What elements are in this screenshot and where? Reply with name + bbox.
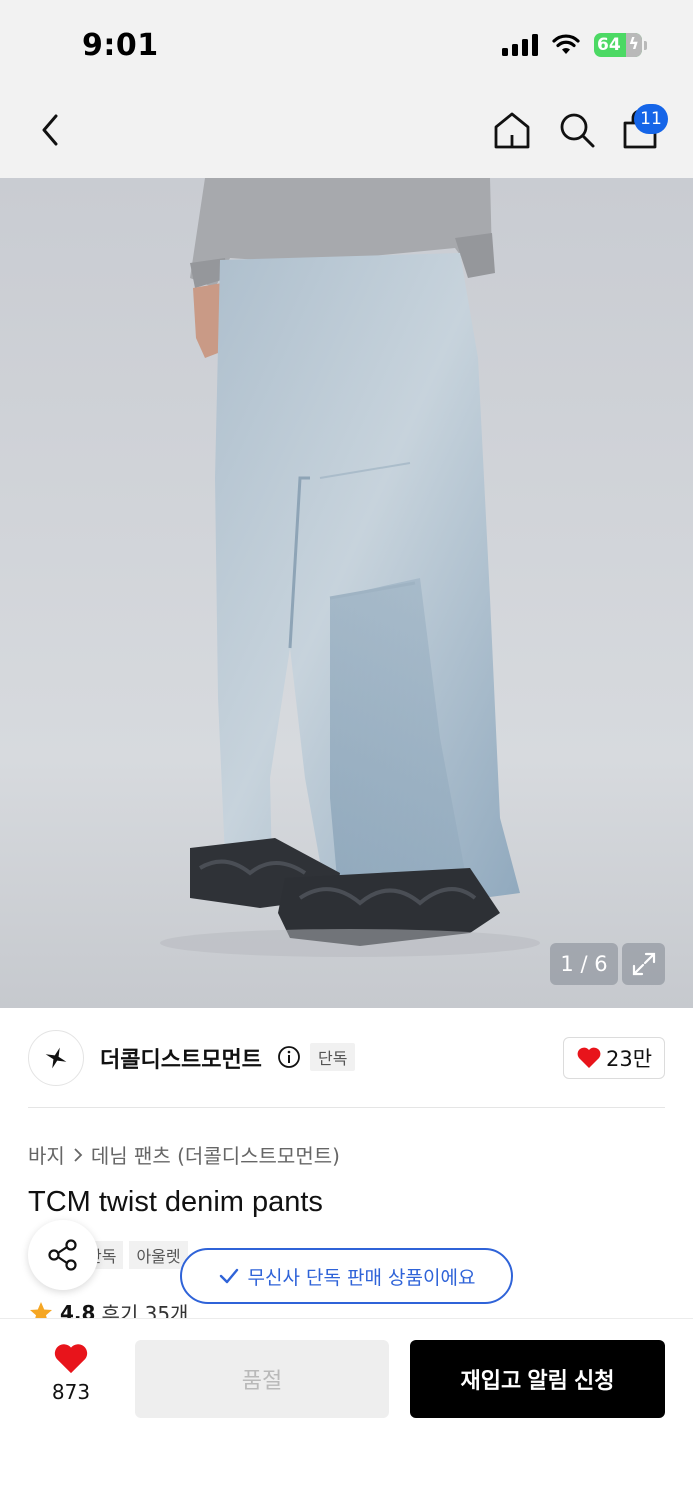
status-time: 9:01 (82, 28, 159, 63)
product-title: TCM twist denim pants (28, 1186, 323, 1218)
exclusive-toast: 무신사 단독 판매 상품이에요 (180, 1248, 513, 1304)
expand-icon (632, 952, 655, 976)
battery-level: 64 (597, 35, 621, 55)
home-button[interactable] (490, 108, 534, 152)
battery-icon: 64 ϟ (594, 33, 642, 57)
brand-star-icon (45, 1047, 67, 1069)
wish-button[interactable]: 873 (40, 1342, 102, 1418)
battery-cap (644, 40, 647, 50)
brand-like-count: 23만 (605, 1047, 653, 1071)
info-icon[interactable] (277, 1045, 301, 1069)
back-button[interactable] (30, 108, 70, 152)
share-icon (48, 1239, 77, 1271)
product-image[interactable] (0, 178, 693, 1008)
charging-icon: ϟ (628, 34, 639, 53)
heart-icon (577, 1047, 601, 1068)
product-tag: 아울렛 (129, 1241, 188, 1269)
share-button[interactable] (28, 1220, 98, 1290)
wifi-icon (552, 34, 580, 54)
restock-alert-button[interactable]: 재입고 알림 신청 (410, 1340, 665, 1418)
check-icon (219, 1268, 238, 1284)
wish-count: 873 (51, 1380, 91, 1404)
signal-icon (502, 34, 538, 56)
brand-like-button[interactable]: 23만 (563, 1037, 665, 1079)
breadcrumb-subcategory[interactable]: 데님 팬츠 (더콜디스트모먼트) (91, 1140, 340, 1169)
search-button[interactable] (555, 108, 599, 152)
cart-count-badge: 11 (634, 104, 668, 134)
product-photo (0, 178, 693, 1008)
divider (28, 1107, 665, 1108)
exclusive-tag: 단독 (310, 1043, 356, 1071)
image-counter: 1 / 6 (550, 943, 618, 985)
chevron-left-icon (42, 114, 58, 146)
search-icon (560, 113, 595, 148)
breadcrumb: 바지 데님 팬츠 (더콜디스트모먼트) (28, 1140, 340, 1169)
expand-button[interactable] (622, 943, 665, 985)
brand-logo[interactable] (28, 1030, 84, 1086)
soldout-button: 품절 (135, 1340, 389, 1418)
status-icons: 64 ϟ (502, 33, 647, 57)
brand-name[interactable]: 더콜디스트모먼트 (100, 1042, 262, 1074)
home-icon (494, 112, 530, 149)
toast-message: 무신사 단독 판매 상품이에요 (247, 1266, 476, 1289)
breadcrumb-category[interactable]: 바지 (28, 1140, 65, 1169)
heart-icon (54, 1344, 88, 1374)
chevron-right-icon (74, 1147, 83, 1162)
